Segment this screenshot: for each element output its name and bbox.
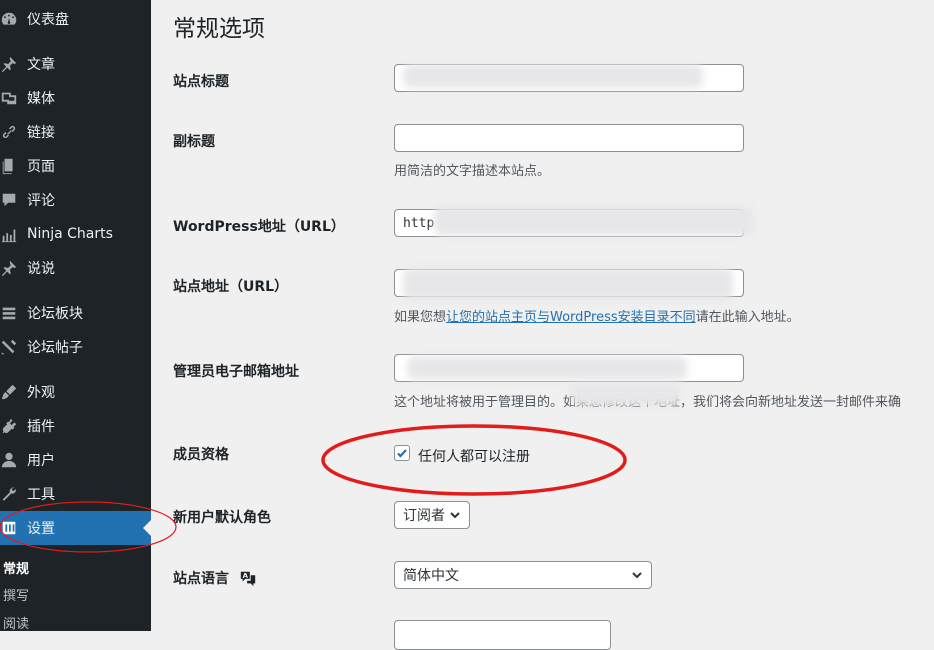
- menu-item-forums[interactable]: 论坛板块: [0, 296, 151, 330]
- default-role-label: 新用户默认角色: [173, 510, 271, 526]
- timezone-select[interactable]: [394, 620, 611, 650]
- site-language-select[interactable]: 简体中文: [394, 561, 652, 589]
- tagline-input[interactable]: [394, 124, 744, 152]
- menu-item-posts[interactable]: 文章: [0, 47, 151, 81]
- menu-label: 文章: [27, 57, 55, 73]
- redaction: [434, 206, 754, 236]
- menu-item-ninja-charts[interactable]: Ninja Charts: [0, 217, 151, 251]
- membership-label: 成员资格: [173, 447, 229, 463]
- media-icon: [0, 89, 22, 107]
- site-language-label: 站点语言: [173, 568, 258, 588]
- redaction: [571, 384, 681, 406]
- topic-icon: [0, 338, 22, 356]
- menu-item-shuoshuo[interactable]: 说说: [0, 251, 151, 285]
- menu-label: 论坛板块: [27, 306, 83, 322]
- menu-item-plugins[interactable]: 插件: [0, 409, 151, 443]
- menu-label: Ninja Charts: [27, 226, 113, 242]
- dashboard-icon: [0, 10, 22, 28]
- menu-label: 说说: [27, 261, 55, 277]
- menu-item-appearance[interactable]: 外观: [0, 375, 151, 409]
- site-url-label: 站点地址（URL）: [173, 279, 289, 295]
- page-title: 常规选项: [173, 16, 265, 42]
- submenu-item-writing[interactable]: 撰写: [3, 585, 29, 604]
- site-url-description: 如果您想让您的站点主页与WordPress安装目录不同请在此输入地址。: [394, 310, 800, 325]
- translation-icon: [240, 571, 256, 587]
- wp-url-label: WordPress地址（URL）: [173, 219, 345, 235]
- link-icon: [0, 123, 22, 141]
- default-role-select[interactable]: 订阅者: [394, 501, 470, 529]
- chevron-down-icon: [450, 512, 460, 519]
- menu-label: 外观: [27, 385, 55, 401]
- site-language-value: 简体中文: [403, 568, 459, 584]
- page-icon: [0, 157, 22, 175]
- menu-label: 用户: [27, 453, 55, 469]
- menu-item-media[interactable]: 媒体: [0, 81, 151, 115]
- menu-item-comments[interactable]: 评论: [0, 183, 151, 217]
- menu-label: 评论: [27, 193, 55, 209]
- menu-label: 媒体: [27, 91, 55, 107]
- site-url-help-link[interactable]: 让您的站点主页与WordPress安装目录不同: [446, 310, 696, 325]
- comment-icon: [0, 191, 22, 209]
- submenu-item-reading[interactable]: 阅读: [3, 613, 29, 632]
- site-title-label: 站点标题: [173, 74, 229, 90]
- forum-icon: [0, 304, 22, 322]
- menu-label: 页面: [27, 159, 55, 175]
- menu-label: 仪表盘: [27, 12, 69, 28]
- default-role-value: 订阅者: [403, 508, 445, 524]
- admin-email-label: 管理员电子邮箱地址: [173, 364, 299, 380]
- menu-label: 论坛帖子: [27, 340, 83, 356]
- menu-label: 插件: [27, 419, 55, 435]
- menu-item-links[interactable]: 链接: [0, 115, 151, 149]
- annotation-circle-membership: [321, 424, 627, 496]
- chart-icon: [0, 225, 22, 243]
- menu-item-topics[interactable]: 论坛帖子: [0, 330, 151, 364]
- main-content: 常规选项 站点标题 副标题 用简洁的文字描述本站点。 WordPress地址（U…: [151, 0, 934, 650]
- pin-icon: [0, 55, 22, 73]
- menu-item-dashboard[interactable]: 仪表盘: [0, 2, 151, 36]
- plugin-icon: [0, 417, 22, 435]
- user-icon: [0, 451, 22, 469]
- pin-icon: [0, 259, 22, 277]
- tagline-description: 用简洁的文字描述本站点。: [394, 164, 551, 179]
- menu-item-pages[interactable]: 页面: [0, 149, 151, 183]
- submenu-item-general[interactable]: 常规: [3, 558, 29, 577]
- tagline-label: 副标题: [173, 134, 215, 150]
- redaction: [407, 356, 687, 380]
- chevron-down-icon: [632, 572, 642, 579]
- redaction: [403, 268, 733, 300]
- brush-icon: [0, 383, 22, 401]
- menu-label: 链接: [27, 125, 55, 141]
- redaction: [403, 64, 703, 88]
- menu-item-users[interactable]: 用户: [0, 443, 151, 477]
